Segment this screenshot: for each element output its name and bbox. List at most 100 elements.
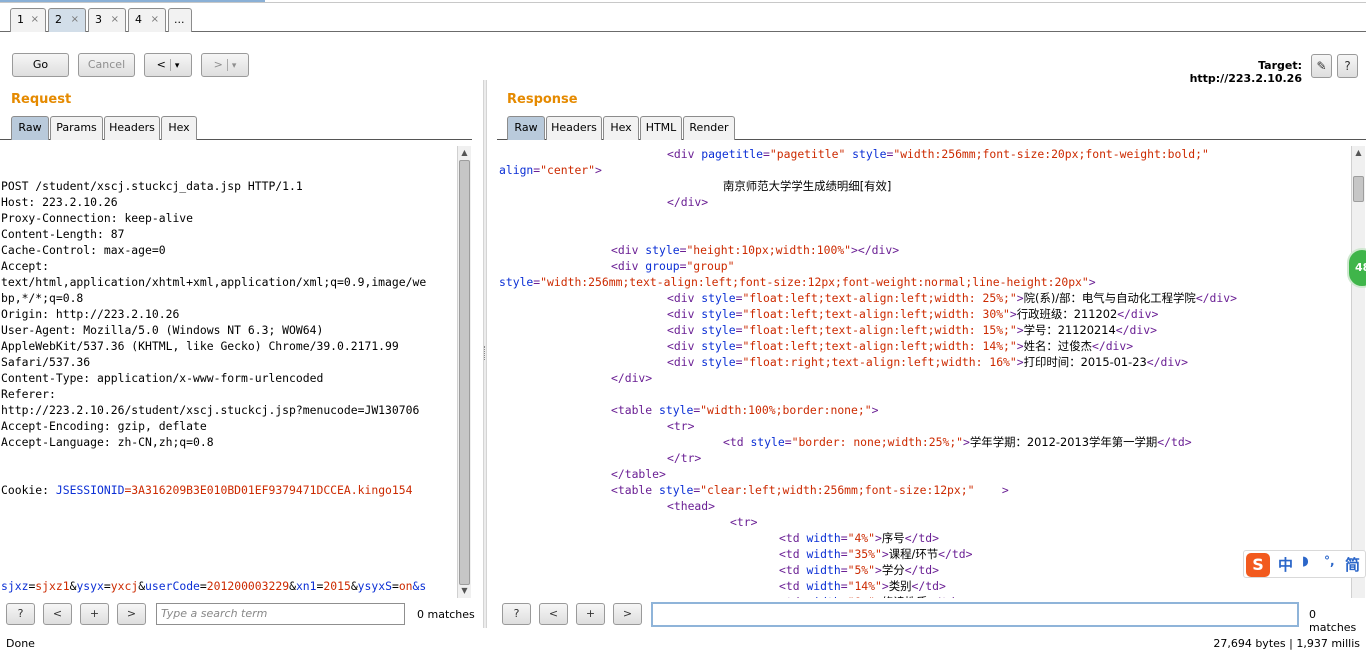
code-token-attr: width [806, 579, 841, 593]
code-token-attr: style [701, 355, 736, 369]
ime-punctuation-icon[interactable]: °, [1324, 554, 1335, 568]
response-line: <div style="float:left;text-align:left;w… [499, 322, 1350, 338]
back-button[interactable]: < ▾ [144, 53, 192, 77]
response-line: </div> [499, 194, 1350, 210]
code-token-txt: 南京师范大学学生成绩明细[有效] [723, 179, 892, 193]
forward-arrow-icon: > [213, 58, 223, 71]
cancel-button[interactable]: Cancel [78, 53, 135, 77]
request-header-line: Referer: [1, 387, 56, 401]
response-tab-html[interactable]: HTML [640, 116, 682, 140]
code-token-tag: </tr> [667, 451, 702, 465]
code-token-tag: </td> [938, 547, 973, 561]
request-tab-params[interactable]: Params [50, 116, 103, 140]
response-search-help-button[interactable]: ? [502, 603, 531, 625]
response-search-next-button[interactable]: > [613, 603, 642, 625]
response-line: align="center"> [499, 162, 1350, 178]
request-editor[interactable]: POST /student/xscj.stuckcj_data.jsp HTTP… [1, 146, 456, 598]
request-title: Request [11, 92, 72, 107]
response-tab-render[interactable]: Render [683, 116, 735, 140]
floating-badge[interactable]: 48 [1347, 248, 1366, 288]
help-button[interactable]: ? [1337, 54, 1358, 78]
close-icon[interactable]: × [31, 9, 39, 31]
request-search-add-button[interactable]: + [80, 603, 109, 625]
tab-2[interactable]: 2 × [48, 8, 86, 32]
tab-more[interactable]: ... [168, 8, 192, 32]
request-header-line: Accept-Language: zh-CN,zh;q=0.8 [1, 435, 214, 449]
code-token-tag: <table [611, 483, 660, 497]
code-token-val: "width:256mm;font-size:20px;font-weight:… [893, 147, 1209, 161]
request-search-next-button[interactable]: > [117, 603, 146, 625]
ime-moon-icon[interactable]: ◗ [1302, 554, 1309, 569]
param-value: 2015 [323, 579, 351, 593]
code-token-tag: <div [667, 147, 702, 161]
response-tab-headers[interactable]: Headers [546, 116, 602, 140]
code-token-val: "35%" [847, 547, 882, 561]
repeater-tab-strip: 1 × 2 × 3 × 4 × ... [0, 8, 1366, 32]
tab-3[interactable]: 3 × [88, 8, 126, 32]
scroll-up-icon[interactable]: ▲ [458, 146, 471, 159]
response-stats: 27,694 bytes | 1,937 millis [1213, 637, 1360, 650]
request-header-line: Accept-Encoding: gzip, deflate [1, 419, 207, 433]
code-token-val: "float:left;text-align:left;width: 30%" [742, 307, 1010, 321]
request-header-line: text/html,application/xhtml+xml,applicat… [1, 275, 427, 289]
response-search-matches: 0 matches [1309, 608, 1357, 634]
request-scrollbar[interactable]: ▲ ▼ [457, 146, 471, 598]
request-search-prev-button[interactable]: < [43, 603, 72, 625]
tab-4[interactable]: 4 × [128, 8, 166, 32]
window-top-edge [0, 0, 1366, 3]
request-search-input[interactable]: Type a search term [156, 603, 405, 625]
ime-simplified-mode[interactable]: 简 [1345, 554, 1360, 575]
request-tab-hex[interactable]: Hex [161, 116, 197, 140]
code-token-attr: width [806, 563, 841, 577]
scroll-up-icon[interactable]: ▲ [1352, 146, 1365, 159]
code-token-tag: <tr> [667, 419, 695, 433]
request-header-line: Content-Length: 87 [1, 227, 125, 241]
response-search-add-button[interactable]: + [576, 603, 605, 625]
code-token-val: "5%" [847, 563, 876, 577]
scroll-down-icon[interactable]: ▼ [458, 584, 471, 597]
code-token-tag: > [1016, 323, 1024, 337]
code-token-tag: = [784, 435, 792, 449]
pencil-icon: ✎ [1316, 59, 1327, 73]
code-token-tag: </div> [1117, 307, 1159, 321]
request-tab-headers[interactable]: Headers [104, 116, 160, 140]
param-name: &s [412, 579, 427, 593]
tab-label: 3 [95, 13, 102, 26]
code-token-tag: > [875, 563, 882, 577]
go-button[interactable]: Go [12, 53, 69, 77]
close-icon[interactable]: × [71, 9, 79, 31]
edit-target-button[interactable]: ✎ [1311, 54, 1332, 78]
code-token-txt: 院(系)/部：电气与自动化工程学院 [1023, 291, 1196, 305]
tab-1[interactable]: 1 × [10, 8, 46, 32]
response-tab-raw[interactable]: Raw [507, 116, 545, 140]
response-line [499, 226, 1350, 242]
code-token-val: "float:left;text-align:left;width: 25%;" [742, 291, 1017, 305]
ime-toolbar[interactable]: S 中 ◗ °, 简 [1243, 550, 1366, 578]
response-editor[interactable]: <div pagetitle="pagetitle" style="width:… [499, 146, 1350, 598]
ime-chinese-mode[interactable]: 中 [1278, 554, 1293, 575]
code-token-txt: 姓名：过俊杰 [1023, 339, 1092, 353]
code-token-tag: = [763, 147, 770, 161]
scroll-thumb[interactable] [1353, 176, 1364, 202]
response-title: Response [507, 92, 578, 107]
response-tab-hex[interactable]: Hex [603, 116, 639, 140]
response-scrollbar[interactable]: ▲ [1351, 146, 1365, 598]
code-token-attr: style [701, 307, 736, 321]
forward-button[interactable]: > ▾ [201, 53, 249, 77]
response-search-prev-button[interactable]: < [539, 603, 568, 625]
close-icon[interactable]: × [151, 9, 159, 31]
request-search-help-button[interactable]: ? [6, 603, 35, 625]
response-search-input[interactable] [651, 602, 1299, 627]
code-token-val: "clear:left;width:256mm;font-size:12px;" [700, 483, 975, 497]
response-line: <td width="4%">序号</td> [499, 530, 1350, 546]
param-name: ysyxS [357, 579, 392, 593]
scroll-thumb[interactable] [459, 160, 470, 585]
code-token-tag: ></div> [851, 243, 900, 257]
pane-splitter[interactable] [483, 80, 487, 628]
request-tab-raw[interactable]: Raw [11, 116, 49, 140]
response-line: <div style="height:10px;width:100%"></di… [499, 242, 1350, 258]
code-token-attr: style [659, 403, 694, 417]
code-token-tag: <td [723, 435, 751, 449]
code-token-tag: <tr> [730, 515, 758, 529]
close-icon[interactable]: × [111, 9, 119, 31]
